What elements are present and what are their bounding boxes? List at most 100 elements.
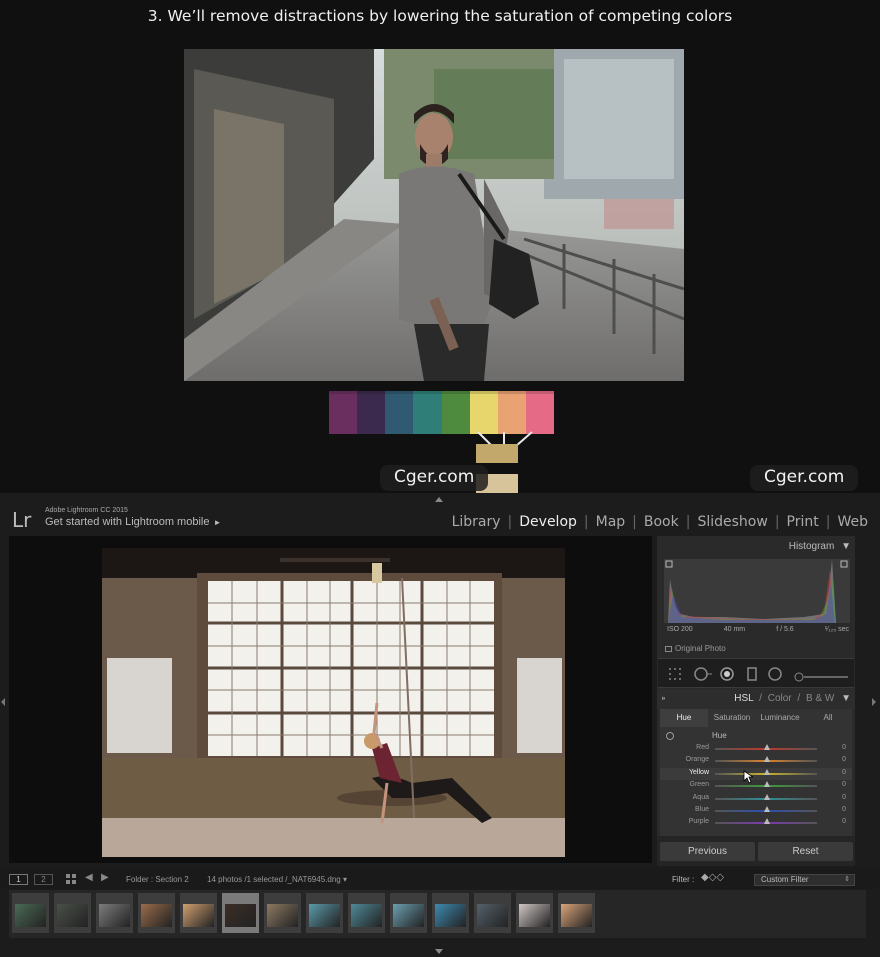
photo-count[interactable]: 14 photos /1 selected /_NAT6945.dng ▾ [207, 875, 347, 884]
slider-aqua[interactable]: Aqua 0 [660, 793, 852, 805]
filmstrip-thumbnail[interactable] [222, 893, 259, 933]
filmstrip-thumbnail[interactable] [12, 893, 49, 933]
original-photo-label: Original Photo [675, 644, 726, 653]
shutter-speed: ¹⁄₁₂₅ sec [824, 626, 849, 633]
collapse-arrow-icon[interactable]: ▼ [841, 693, 851, 704]
histogram-header[interactable]: Histogram ▼ [789, 541, 851, 552]
reset-button[interactable]: Reset [758, 842, 853, 861]
slider-knob[interactable] [764, 744, 770, 750]
slider-knob[interactable] [764, 793, 770, 800]
slider-value[interactable]: 0 [842, 744, 846, 751]
thumbnail-image [477, 904, 508, 927]
slider-value[interactable]: 0 [842, 756, 846, 763]
palette-swatch [469, 391, 498, 434]
slider-red[interactable]: Red 0 [660, 743, 852, 755]
shadow-clipping-icon[interactable] [665, 560, 673, 568]
slider-orange[interactable]: Orange 0 [660, 755, 852, 767]
left-panel-toggle-icon[interactable] [1, 698, 5, 706]
tab-hsl[interactable]: HSL [734, 693, 753, 704]
module-library[interactable]: Library [450, 514, 503, 530]
top-panel-toggle-icon[interactable] [435, 497, 443, 502]
graduated-filter-icon[interactable] [746, 667, 758, 686]
mobile-link[interactable]: Get started with Lightroom mobile ► [45, 516, 221, 528]
play-arrow-icon: ► [213, 518, 222, 527]
grid-view-icon[interactable] [66, 874, 76, 886]
slider-value[interactable]: 0 [842, 818, 846, 825]
panel-switch-icon[interactable]: ⁍ [661, 694, 666, 705]
module-web[interactable]: Web [835, 514, 870, 530]
flag-filter-icon[interactable]: ◆◇◇ [701, 872, 724, 883]
slider-value[interactable]: 0 [842, 806, 846, 813]
histogram-title: Histogram [788, 541, 835, 552]
filmstrip-thumbnail[interactable] [54, 893, 91, 933]
slider-value[interactable]: 0 [842, 769, 846, 776]
filmstrip-thumbnail[interactable] [390, 893, 427, 933]
module-separator: | [583, 514, 589, 530]
filmstrip-thumbnail[interactable] [138, 893, 175, 933]
back-arrow-icon[interactable]: ◀ [85, 872, 93, 883]
filmstrip-thumbnail[interactable] [348, 893, 385, 933]
forward-arrow-icon[interactable]: ▶ [101, 872, 109, 883]
palette-swatch [497, 391, 526, 434]
primary-window-button[interactable]: 1 [9, 874, 28, 885]
radial-filter-icon[interactable] [768, 667, 782, 686]
slider-blue[interactable]: Blue 0 [660, 805, 852, 817]
module-print[interactable]: Print [785, 514, 821, 530]
filmstrip-thumbnail[interactable] [180, 893, 217, 933]
filmstrip-thumbnail[interactable] [432, 893, 469, 933]
module-map[interactable]: Map [594, 514, 628, 530]
slider-knob[interactable] [764, 768, 770, 775]
thumbnail-image [225, 904, 256, 927]
histogram-metadata: ISO 200 40 mm f / 5.6 ¹⁄₁₂₅ sec [667, 626, 849, 633]
checkbox-icon[interactable] [665, 646, 672, 652]
spot-removal-icon[interactable] [694, 667, 712, 686]
module-separator: | [825, 514, 831, 530]
subtab-hue[interactable]: Hue [660, 709, 708, 727]
highlight-clipping-icon[interactable] [840, 560, 848, 568]
tab-bw[interactable]: B & W [806, 693, 834, 704]
slider-green[interactable]: Green 0 [660, 780, 852, 792]
subtab-luminance[interactable]: Luminance [756, 709, 804, 727]
module-develop[interactable]: Develop [517, 514, 579, 530]
crop-overlay-icon[interactable] [668, 667, 682, 686]
module-separator: | [774, 514, 780, 530]
slider-label: Aqua [692, 793, 709, 801]
slider-label: Orange [685, 756, 709, 764]
filmstrip-thumbnail[interactable] [264, 893, 301, 933]
adjustment-brush-icon[interactable] [794, 669, 850, 687]
histogram[interactable] [664, 559, 850, 623]
slider-label: Yellow [689, 768, 709, 776]
slider-knob[interactable] [764, 806, 770, 812]
slider-knob[interactable] [764, 756, 770, 763]
tab-color[interactable]: Color [768, 693, 792, 704]
filmstrip-thumbnail[interactable] [96, 893, 133, 933]
filmstrip-thumbnail[interactable] [516, 893, 553, 933]
slider-value[interactable]: 0 [842, 794, 846, 801]
slide-title: 3. We’ll remove distractions by lowering… [147, 7, 733, 25]
filmstrip-thumbnail[interactable] [474, 893, 511, 933]
folder-source[interactable]: Folder : Section 2 [126, 875, 189, 884]
slider-knob[interactable] [764, 781, 770, 788]
slider-purple[interactable]: Purple 0 [660, 817, 852, 829]
module-book[interactable]: Book [642, 514, 681, 530]
filmstrip-thumbnail[interactable] [306, 893, 343, 933]
tab-separator: / [797, 693, 801, 704]
bottom-panel-toggle-icon[interactable] [435, 949, 443, 954]
subtab-all[interactable]: All [804, 709, 852, 727]
original-photo-checkbox[interactable]: Original Photo [665, 644, 726, 653]
tutorial-slide: 3. We’ll remove distractions by lowering… [0, 0, 880, 493]
custom-filter-select[interactable]: Custom Filter ⇕ [754, 874, 855, 886]
previous-button[interactable]: Previous [660, 842, 755, 861]
targeted-adjustment-icon[interactable] [666, 732, 674, 740]
develop-photo[interactable] [102, 548, 565, 857]
module-slideshow[interactable]: Slideshow [695, 514, 769, 530]
slider-knob[interactable] [764, 818, 770, 825]
right-panel-toggle-icon[interactable] [872, 698, 876, 706]
slider-yellow[interactable]: Yellow 0 [660, 767, 852, 780]
red-eye-icon[interactable] [720, 667, 734, 686]
filmstrip-thumbnail[interactable] [558, 893, 595, 933]
subtab-saturation[interactable]: Saturation [708, 709, 756, 727]
secondary-window-button[interactable]: 2 [34, 874, 53, 885]
slider-value[interactable]: 0 [842, 781, 846, 788]
cursor-arrow-icon [743, 770, 753, 784]
